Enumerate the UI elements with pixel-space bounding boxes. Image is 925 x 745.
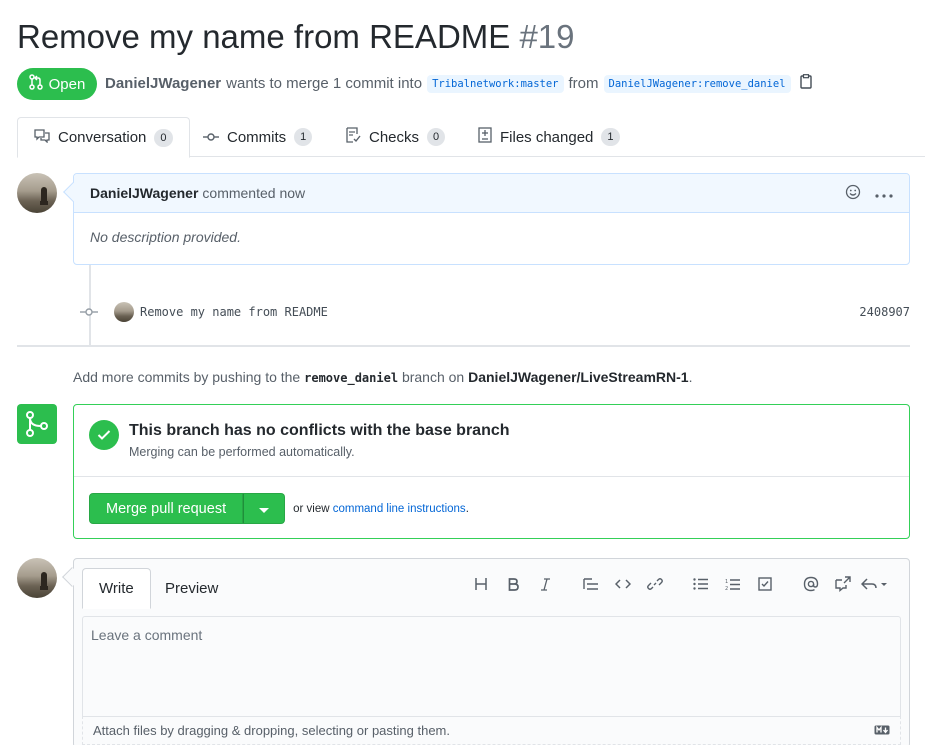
merge-status-subtitle: Merging can be performed automatically. xyxy=(129,445,355,459)
commit-item: Remove my name from README 2408907 xyxy=(80,300,910,324)
tab-commits[interactable]: Commits 1 xyxy=(187,117,328,157)
commit-sha[interactable]: 2408907 xyxy=(859,305,910,319)
merge-status-title: This branch has no conflicts with the ba… xyxy=(129,422,510,439)
tab-commits-label: Commits xyxy=(227,128,287,146)
unordered-list-icon[interactable] xyxy=(685,573,717,595)
git-merge-icon xyxy=(17,404,57,444)
push-hint: Add more commits by pushing to the remov… xyxy=(73,369,692,385)
merge-status-section: This branch has no conflicts with the ba… xyxy=(74,405,909,477)
tab-files-changed-count: 1 xyxy=(601,128,620,146)
pr-title-text: Remove my name from README xyxy=(17,18,511,55)
smiley-icon[interactable] xyxy=(845,184,861,203)
attach-files-area[interactable]: Attach files by dragging & dropping, sel… xyxy=(82,716,901,745)
caret-down-icon xyxy=(259,501,270,517)
tab-conversation[interactable]: Conversation 0 xyxy=(17,117,190,158)
conversation-icon xyxy=(34,128,50,147)
pull-request-icon xyxy=(28,74,43,94)
comment-input[interactable]: Leave a comment xyxy=(82,616,901,716)
svg-text:1: 1 xyxy=(725,579,728,585)
code-icon[interactable] xyxy=(607,573,639,595)
status-badge: Open xyxy=(17,68,97,100)
comment-actions xyxy=(845,184,893,203)
checklist-icon xyxy=(345,127,361,147)
bold-icon[interactable] xyxy=(497,573,529,595)
commit-message[interactable]: Remove my name from README xyxy=(140,305,328,319)
markdown-toolbar: 12 xyxy=(465,573,891,595)
tab-conversation-label: Conversation xyxy=(58,129,147,146)
pr-title: Remove my name from README #19 xyxy=(17,18,575,56)
comment-body: No description provided. xyxy=(90,229,241,245)
avatar[interactable] xyxy=(17,173,57,213)
attach-files-text: Attach files by dragging & dropping, sel… xyxy=(93,723,450,738)
diff-icon xyxy=(478,127,492,147)
push-hint-middle: branch on xyxy=(401,369,465,385)
merge-box: This branch has no conflicts with the ba… xyxy=(73,404,910,539)
merge-description: wants to merge 1 commit into xyxy=(226,75,423,92)
tab-files-changed-label: Files changed xyxy=(500,128,594,146)
tab-checks[interactable]: Checks 0 xyxy=(329,117,461,157)
pr-tabs: Conversation 0 Commits 1 Checks 0 Files … xyxy=(17,117,925,158)
comment-header: DanielJWagener commented now xyxy=(74,174,909,213)
from-text: from xyxy=(568,75,599,92)
quote-icon[interactable] xyxy=(575,573,607,595)
merge-actions: Merge pull request or view command line … xyxy=(89,493,469,524)
reply-icon[interactable] xyxy=(859,573,891,595)
merge-pull-request-button[interactable]: Merge pull request xyxy=(89,493,244,524)
push-hint-repo: DanielJWagener/LiveStreamRN-1 xyxy=(468,369,689,385)
avatar[interactable] xyxy=(114,302,134,322)
link-icon[interactable] xyxy=(639,573,671,595)
push-hint-suffix: . xyxy=(688,369,693,385)
merge-alt-suffix: . xyxy=(465,502,469,515)
tab-checks-label: Checks xyxy=(369,128,420,146)
ordered-list-icon[interactable]: 12 xyxy=(717,573,749,595)
divider xyxy=(17,345,910,347)
italic-icon[interactable] xyxy=(529,573,561,595)
comment-time[interactable]: commented now xyxy=(202,185,305,201)
tab-checks-count: 0 xyxy=(427,128,446,146)
command-line-instructions-link[interactable]: command line instructions xyxy=(333,503,466,515)
tab-write[interactable]: Write xyxy=(82,568,151,609)
markdown-icon[interactable] xyxy=(874,723,890,738)
tab-preview[interactable]: Preview xyxy=(149,568,234,608)
base-branch[interactable]: Tribalnetwork:master xyxy=(427,74,564,93)
pr-description-comment: DanielJWagener commented now No descript… xyxy=(63,173,910,265)
avatar[interactable] xyxy=(17,558,57,598)
push-hint-prefix: Add more commits by pushing to the xyxy=(73,369,301,385)
merge-method-dropdown[interactable] xyxy=(243,493,286,524)
pr-number: #19 xyxy=(519,18,575,55)
merge-alternative: or view command line instructions. xyxy=(293,503,469,515)
push-hint-branch: remove_daniel xyxy=(304,371,399,385)
check-icon xyxy=(89,420,119,450)
pr-author-link[interactable]: DanielJWagener xyxy=(105,75,221,92)
cross-reference-icon[interactable] xyxy=(827,573,859,595)
comment-author[interactable]: DanielJWagener xyxy=(90,185,198,201)
commit-icon xyxy=(203,129,219,146)
comment-editor: Write Preview 12 Leave a comment Attach … xyxy=(73,558,910,745)
header-icon[interactable] xyxy=(465,573,497,595)
pr-meta: DanielJWagener wants to merge 1 commit i… xyxy=(105,74,812,93)
status-label: Open xyxy=(48,75,86,93)
tab-conversation-count: 0 xyxy=(154,128,173,147)
mention-icon[interactable] xyxy=(795,573,827,595)
commit-icon xyxy=(80,304,98,320)
tab-files-changed[interactable]: Files changed 1 xyxy=(462,117,636,157)
tab-commits-count: 1 xyxy=(294,128,313,146)
kebab-menu-icon[interactable] xyxy=(875,185,893,201)
task-list-icon[interactable] xyxy=(749,573,781,595)
svg-text:2: 2 xyxy=(725,586,728,591)
merge-alt-prefix: or view xyxy=(293,502,330,515)
head-branch[interactable]: DanielJWagener:remove_daniel xyxy=(603,74,791,93)
clipboard-icon[interactable] xyxy=(799,74,812,93)
